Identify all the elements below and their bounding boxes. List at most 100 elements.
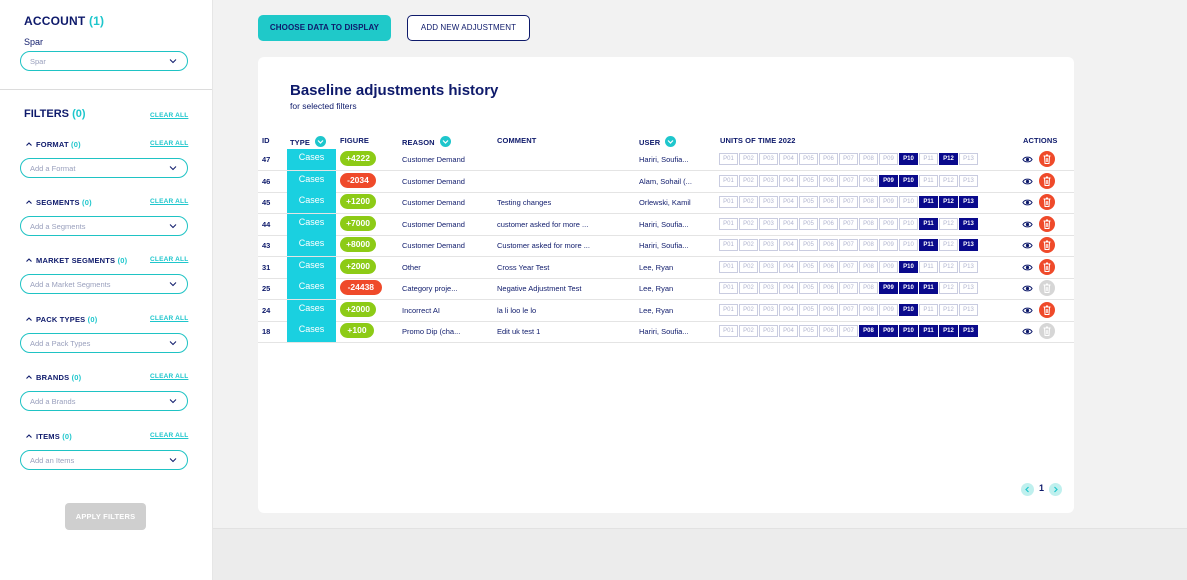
filter-group-toggle[interactable]: BRANDS (0)	[25, 373, 81, 382]
comment-cell: Negative Adjustment Test	[497, 284, 582, 293]
filter-group-toggle[interactable]: SEGMENTS (0)	[25, 198, 92, 207]
view-icon[interactable]	[1022, 219, 1033, 230]
period-cell: P01	[719, 196, 738, 208]
filter-group-toggle[interactable]: PACK TYPES (0)	[25, 315, 97, 324]
period-cell: P10	[899, 217, 918, 230]
clear-all-link[interactable]: CLEAR ALL	[150, 432, 188, 439]
clear-all-link[interactable]: CLEAR ALL	[150, 315, 188, 322]
row-divider	[258, 342, 1074, 343]
sidebar-divider	[0, 89, 212, 90]
comment-cell: Customer asked for more ...	[497, 241, 590, 250]
row-id: 47	[262, 155, 271, 164]
next-page-button[interactable]	[1049, 483, 1062, 496]
chevron-up-icon	[26, 317, 32, 321]
period-cell: P09	[879, 303, 898, 316]
type-chip: Cases	[287, 235, 336, 256]
clear-all-link[interactable]: CLEAR ALL	[150, 373, 188, 380]
card-title: Baseline adjustments history	[290, 82, 499, 99]
view-icon[interactable]	[1022, 305, 1033, 316]
filter-select[interactable]: Add an Items	[20, 450, 188, 470]
delete-button[interactable]	[1039, 237, 1055, 253]
filter-dropdown-icon[interactable]	[315, 136, 327, 147]
period-cell: P07	[839, 325, 858, 337]
add-adjustment-button[interactable]: ADD NEW ADJUSTMENT	[407, 15, 530, 41]
delete-button[interactable]	[1039, 194, 1055, 210]
header-id-label: ID	[262, 136, 270, 145]
view-icon[interactable]	[1022, 283, 1033, 294]
filter-select[interactable]: Add a Format	[20, 158, 188, 178]
reason-cell: Incorrect AI	[402, 305, 440, 315]
type-chip: Cases	[287, 321, 336, 342]
account-select[interactable]: Spar	[20, 51, 188, 71]
clear-all-link[interactable]: CLEAR ALL	[150, 140, 188, 147]
view-icon[interactable]	[1022, 197, 1033, 208]
period-cell: P09	[879, 282, 898, 294]
delete-button[interactable]	[1039, 301, 1055, 318]
filter-dropdown-icon[interactable]	[439, 136, 451, 147]
filter-group-label: FORMAT	[36, 140, 69, 149]
period-cell: P13	[959, 282, 978, 294]
period-cell: P06	[819, 196, 838, 208]
filter-group-toggle[interactable]: FORMAT (0)	[25, 140, 81, 149]
period-cell: P07	[839, 260, 858, 273]
filter-dropdown-icon[interactable]	[665, 136, 677, 147]
period-cell: P09	[879, 153, 898, 165]
period-cell: P02	[739, 282, 758, 294]
period-cell: P06	[819, 260, 838, 273]
filter-select[interactable]: Add a Market Segments	[20, 274, 188, 294]
view-icon[interactable]	[1022, 154, 1033, 165]
filter-group-label: SEGMENTS	[36, 198, 80, 207]
period-cell: P13	[959, 239, 978, 251]
reason-cell: Category proje...	[402, 284, 458, 293]
page-number[interactable]: 1	[1039, 483, 1044, 493]
period-cell: P05	[799, 239, 818, 251]
period-cell: P12	[939, 282, 958, 294]
delete-button[interactable]	[1039, 323, 1055, 339]
apply-filters-button[interactable]: APPLY FILTERS	[65, 503, 146, 530]
delete-button[interactable]	[1039, 151, 1055, 167]
row-id: 43	[262, 241, 271, 250]
header-type[interactable]: TYPE	[290, 136, 327, 147]
clear-all-link[interactable]: CLEAR ALL	[150, 198, 188, 205]
filter-select[interactable]: Add a Pack Types	[20, 333, 188, 353]
period-cell: P03	[759, 217, 778, 230]
filter-group-label: PACK TYPES	[36, 315, 86, 324]
filter-group-toggle[interactable]: ITEMS (0)	[25, 432, 72, 441]
period-cell: P05	[799, 196, 818, 208]
choose-data-button[interactable]: CHOOSE DATA TO DISPLAY	[258, 15, 391, 41]
figure-chip: +1200	[340, 194, 376, 209]
delete-button[interactable]	[1039, 258, 1055, 275]
clear-all-link[interactable]: CLEAR ALL	[150, 256, 188, 263]
delete-button[interactable]	[1039, 215, 1055, 232]
comment-cell: Edit uk test 1	[497, 327, 541, 336]
view-icon[interactable]	[1022, 176, 1033, 187]
delete-button[interactable]	[1039, 172, 1055, 189]
delete-button[interactable]	[1039, 280, 1055, 296]
view-icon[interactable]	[1022, 262, 1033, 273]
row-id: 18	[262, 327, 271, 336]
chevron-down-icon	[169, 59, 177, 64]
period-cell: P08	[859, 196, 878, 208]
filter-group-toggle[interactable]: MARKET SEGMENTS (0)	[25, 256, 127, 265]
header-actions-label: ACTIONS	[1023, 136, 1058, 145]
view-icon[interactable]	[1022, 326, 1033, 337]
period-cell: P02	[739, 260, 758, 273]
figure-chip: +100	[340, 323, 374, 338]
user-cell: Hariri, Soufia...	[639, 155, 689, 164]
filter-select-placeholder: Add an Items	[30, 456, 75, 465]
view-icon[interactable]	[1022, 240, 1033, 251]
period-cell: P05	[799, 153, 818, 165]
clear-all-filters-link[interactable]: CLEAR ALL	[150, 112, 188, 119]
chevron-right-icon	[1054, 486, 1058, 493]
filter-group-count: (0)	[87, 315, 98, 324]
prev-page-button[interactable]	[1021, 483, 1034, 496]
filter-select[interactable]: Add a Segments	[20, 216, 188, 236]
filter-select[interactable]: Add a Brands	[20, 391, 188, 411]
header-user[interactable]: USER	[639, 136, 677, 147]
period-cell: P10	[899, 260, 918, 273]
period-cell: P08	[859, 174, 878, 187]
period-cell: P04	[779, 282, 798, 294]
figure-chip: -24438	[340, 280, 382, 295]
filter-group-label: MARKET SEGMENTS	[36, 256, 116, 265]
header-reason[interactable]: REASON	[402, 136, 451, 147]
